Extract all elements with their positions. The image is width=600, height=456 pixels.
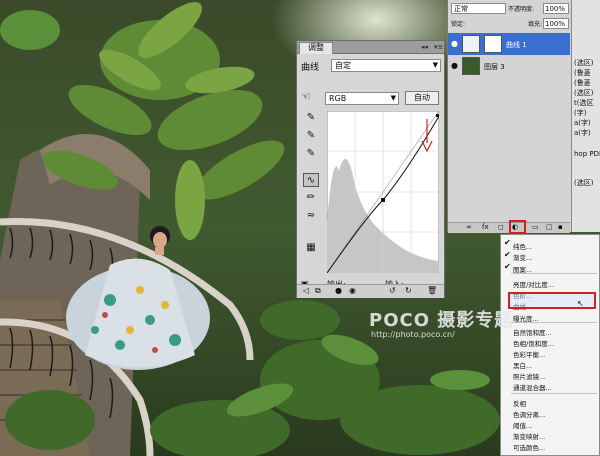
mouse-pointer-icon: ↖ <box>577 299 584 308</box>
smooth-curve-icon[interactable]: ≈ <box>303 209 319 223</box>
menu-item[interactable]: 反相 <box>513 398 526 408</box>
fx-icon[interactable]: fx <box>482 223 489 231</box>
chevron-down-icon: ▼ <box>432 61 438 69</box>
white-eyedropper-icon[interactable]: ✎ <box>303 147 319 161</box>
side-line: hop PDF <box>574 150 600 158</box>
menu-item[interactable]: 色彩平衡... <box>513 349 545 359</box>
expand-view-icon[interactable]: ⧉ <box>315 286 321 296</box>
channel-select[interactable]: RGB ▼ <box>325 92 399 105</box>
clipping-icon[interactable]: ▦ <box>303 241 319 255</box>
fill-input[interactable]: 100% <box>543 18 569 29</box>
preset-value: 自定 <box>335 61 351 70</box>
side-line: (鲁菱 <box>574 69 591 77</box>
menu-item[interactable]: 照片滤镜... <box>513 371 545 381</box>
opacity-input[interactable]: 100% <box>543 3 569 14</box>
side-panel: (选区) (鲁菱 (鲁菱 (选区) t(选区 (字) a(字) a(字) hop… <box>571 0 600 232</box>
eye-icon[interactable]: ● <box>451 39 458 48</box>
menu-item[interactable]: 阈值... <box>513 420 532 430</box>
check-icon: ✔ <box>504 262 511 271</box>
back-icon[interactable]: ◁ <box>303 286 309 295</box>
mask-thumbnail <box>484 35 502 53</box>
side-line: (字) <box>574 109 587 117</box>
adjustment-menu: ✔ ✔ ✔ 纯色... 渐变... 图案... 亮度/对比度... 色阶... … <box>500 234 600 456</box>
adjustments-panel: 调整 ◂◂ ▾≡ 曲线 自定 ▼ ☜ RGB ▼ 自动 ✎ ✎ ✎ ∿ ✏ ≈ … <box>296 40 445 298</box>
preset-select[interactable]: 自定 ▼ <box>331 59 441 72</box>
layer-name: 曲线 1 <box>506 41 527 49</box>
layer-row[interactable]: ● 图层 3 <box>448 55 570 77</box>
reset-icon[interactable]: ↻ <box>405 286 412 295</box>
gray-eyedropper-icon[interactable]: ✎ <box>303 129 319 143</box>
menu-item[interactable]: 色调分离... <box>513 409 545 419</box>
clip-to-layer-icon[interactable]: ● <box>335 286 342 295</box>
eye-icon[interactable]: ● <box>451 61 458 70</box>
link-icon[interactable]: ∞ <box>466 223 472 231</box>
check-icon: ✔ <box>504 250 511 259</box>
menu-item[interactable]: 纯色... <box>513 241 532 251</box>
menu-item[interactable]: 自然饱和度... <box>513 327 552 337</box>
collapse-icon[interactable]: ◂◂ <box>421 42 428 52</box>
side-line: a(字) <box>574 119 591 127</box>
previous-state-icon[interactable]: ↺ <box>389 286 396 295</box>
menu-separator <box>511 322 597 323</box>
menu-item[interactable]: 黑白... <box>513 360 532 370</box>
new-layer-icon[interactable]: ▢ <box>546 223 553 231</box>
lock-label: 锁定: <box>451 21 466 28</box>
trash-icon[interactable]: ▪ <box>558 223 563 231</box>
new-adjustment-layer-button-highlight[interactable] <box>509 220 526 234</box>
side-line: (选区) <box>574 179 594 187</box>
panel-menu-icon[interactable]: ▾≡ <box>434 42 443 52</box>
side-line: (选区) <box>574 89 594 97</box>
menu-separator <box>511 273 597 274</box>
tab-adjustments[interactable]: 调整 <box>299 42 333 54</box>
blend-mode-select[interactable]: 正常 <box>451 3 506 14</box>
image-thumbnail <box>462 57 480 75</box>
visibility-icon[interactable]: ◉ <box>349 286 356 295</box>
channel-value: RGB <box>329 94 347 103</box>
layer-name: 图层 3 <box>484 63 505 71</box>
opacity-label: 不透明度: <box>508 6 535 13</box>
black-eyedropper-icon[interactable]: ✎ <box>303 111 319 125</box>
trash-icon[interactable]: 🗑 <box>427 286 437 295</box>
layers-panel: 正常 不透明度: 100% 锁定: 填充: 100% ● 曲线 1 ● 图层 3… <box>447 0 571 233</box>
pencil-draw-icon[interactable]: ✏ <box>303 191 319 205</box>
auto-button[interactable]: 自动 <box>405 91 439 105</box>
adjustments-footer: ◁ ⧉ ● ◉ ↺ ↻ 🗑 <box>297 284 444 298</box>
chevron-down-icon: ▼ <box>390 94 396 102</box>
menu-item[interactable]: 渐变... <box>513 252 532 262</box>
curve-point-tool-icon[interactable]: ∿ <box>303 173 319 187</box>
curves-label: 曲线 <box>301 63 320 73</box>
curve-graph[interactable] <box>327 111 439 273</box>
menu-item[interactable]: 渐变映射... <box>513 431 545 441</box>
menu-item[interactable]: 亮度/对比度... <box>513 279 554 289</box>
menu-item[interactable]: 通道混合器... <box>513 382 552 392</box>
group-icon[interactable]: ▭ <box>532 223 539 231</box>
menu-separator <box>511 393 597 394</box>
mask-icon[interactable]: ◻ <box>498 223 504 231</box>
layer-row[interactable]: ● 曲线 1 <box>448 33 570 55</box>
menu-item[interactable]: 可选颜色... <box>513 442 545 452</box>
watermark: POCO 摄影专题 http://photo.poco.cn/ <box>369 306 513 339</box>
fill-label: 填充: <box>528 21 543 28</box>
menu-item[interactable]: 色相/饱和度... <box>513 338 554 348</box>
watermark-brand: POCO 摄影专题 <box>369 310 514 331</box>
side-line: a(字) <box>574 129 591 137</box>
target-adjust-icon[interactable]: ☜ <box>301 90 311 103</box>
side-line: (鲁菱 <box>574 79 591 87</box>
adjustment-thumbnail <box>462 35 480 53</box>
check-icon: ✔ <box>504 238 511 247</box>
adjustments-tabbar: 调整 ◂◂ ▾≡ <box>297 41 444 54</box>
side-line: t(选区 <box>574 99 594 107</box>
side-line: (选区) <box>574 59 594 67</box>
